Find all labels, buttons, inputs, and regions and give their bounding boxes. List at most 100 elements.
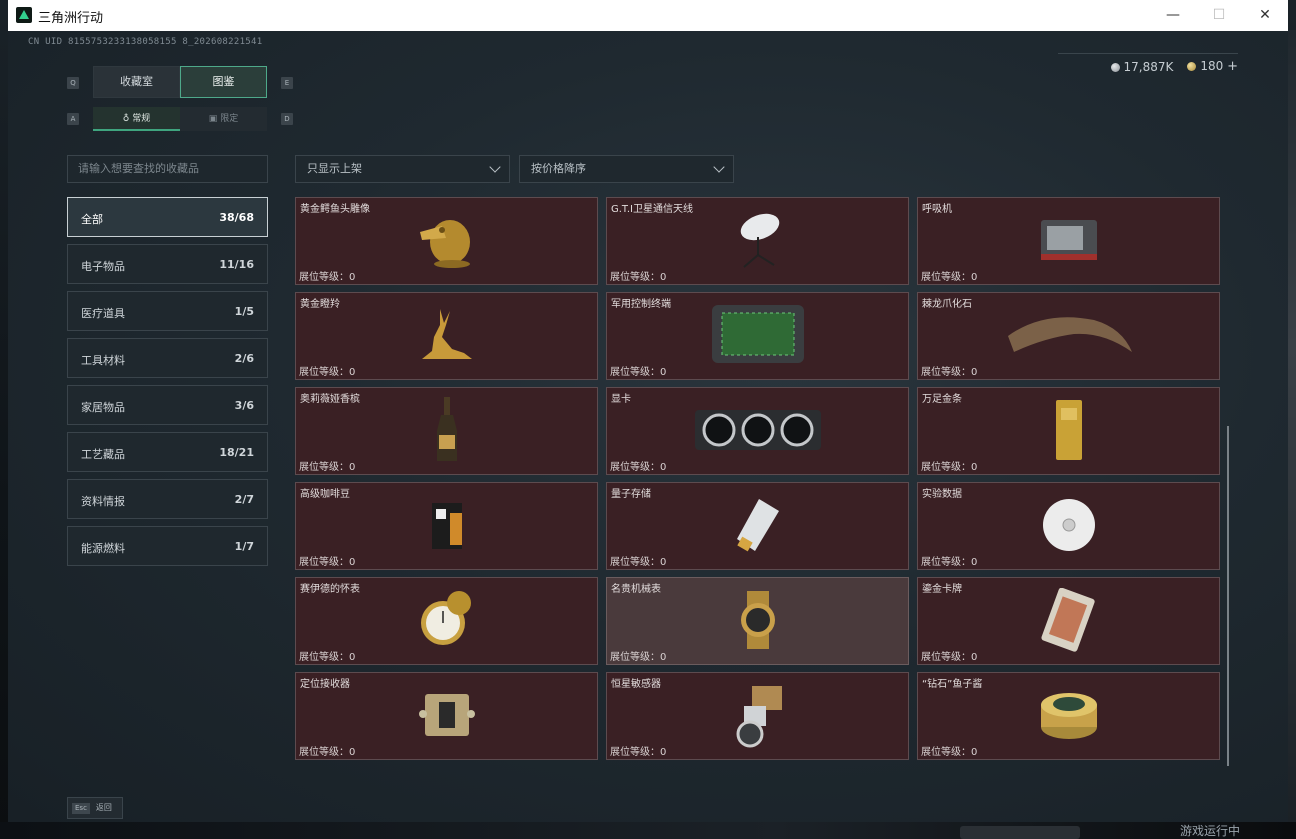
wristwatch-icon (607, 590, 908, 650)
satellite-dish-icon (607, 210, 908, 270)
grid-scrollbar[interactable] (1227, 426, 1229, 766)
sub-tabs: ♁ 常规 ▣ 限定 (93, 107, 267, 131)
key-hint-a: A (67, 113, 79, 125)
tab-codex[interactable]: 图鉴 (180, 66, 267, 98)
availability-filter-select[interactable]: 只显示上架 (295, 155, 510, 183)
collectible-card[interactable]: 显卡 展位等级：0 (606, 387, 909, 475)
category-item[interactable]: 工艺藏品 18/21 (67, 432, 268, 472)
collectible-card[interactable]: 赛伊德的怀表 展位等级：0 (295, 577, 598, 665)
category-item[interactable]: 医疗道具 1/5 (67, 291, 268, 331)
collectible-card[interactable]: “钻石”鱼子酱 展位等级：0 (917, 672, 1220, 760)
sort-order-value: 按价格降序 (531, 162, 586, 175)
subtab-regular[interactable]: ♁ 常规 (93, 107, 180, 131)
category-name: 家居物品 (81, 401, 125, 414)
main-tabs: 收藏室 图鉴 (93, 66, 267, 98)
window-title: 三角洲行动 (38, 11, 104, 26)
collectible-card[interactable]: 黄金瞪羚 展位等级：0 (295, 292, 598, 380)
booth-level: 展位等级：0 (299, 367, 356, 378)
esc-key-icon: Esc (72, 803, 90, 814)
category-name: 工艺藏品 (81, 448, 125, 461)
booth-level: 展位等级：0 (610, 747, 667, 758)
gold-bar-icon (918, 400, 1219, 460)
locator-receiver-icon (296, 685, 597, 745)
category-item[interactable]: 全部 38/68 (67, 197, 268, 237)
key-hint-d: D (281, 113, 293, 125)
booth-level: 展位等级：0 (921, 652, 978, 663)
collectible-card[interactable]: 呼吸机 展位等级：0 (917, 197, 1220, 285)
maximize-button[interactable]: ☐ (1196, 0, 1242, 31)
player-uid: CN UID 8155753233138058155 8_20260822154… (28, 37, 263, 47)
claw-fossil-icon (918, 305, 1219, 365)
silver-amount: 17,887K (1123, 59, 1174, 74)
gold-croc-icon (296, 210, 597, 270)
category-count: 1/7 (234, 540, 254, 553)
booth-level: 展位等级：0 (299, 747, 356, 758)
collectible-card[interactable]: 军用控制终端 展位等级：0 (606, 292, 909, 380)
collectible-card[interactable]: 高级咖啡豆 展位等级：0 (295, 482, 598, 570)
collectible-card[interactable]: 奥莉薇娅香槟 展位等级：0 (295, 387, 598, 475)
chevron-down-icon (713, 161, 725, 173)
gold-amount: 180 (1200, 59, 1224, 73)
collectible-card[interactable]: 实验数据 展位等级：0 (917, 482, 1220, 570)
silver-coin-icon (1110, 62, 1120, 72)
booth-level: 展位等级：0 (299, 272, 356, 283)
game-view: CN UID 8155753233138058155 8_20260822154… (8, 31, 1288, 822)
footer-bar: Esc 返回 (8, 797, 1288, 822)
booth-level: 展位等级：0 (610, 652, 667, 663)
booth-level: 展位等级：0 (921, 367, 978, 378)
collectible-card[interactable]: 鎏金卡牌 展位等级：0 (917, 577, 1220, 665)
category-item[interactable]: 电子物品 11/16 (67, 244, 268, 284)
taskbar-item[interactable] (960, 826, 1080, 839)
category-count: 2/6 (234, 352, 254, 365)
collectible-card[interactable]: 棘龙爪化石 展位等级：0 (917, 292, 1220, 380)
gold-currency[interactable]: 180 + (1187, 59, 1238, 74)
star-sensor-icon (607, 685, 908, 748)
category-name: 资料情报 (81, 495, 125, 508)
availability-filter-value: 只显示上架 (307, 162, 362, 175)
category-count: 38/68 (219, 211, 254, 224)
collectible-card[interactable]: 万足金条 展位等级：0 (917, 387, 1220, 475)
booth-level: 展位等级：0 (610, 462, 667, 473)
category-name: 电子物品 (81, 260, 125, 273)
item-grid-container: 黄金鳄鱼头雕像 展位等级：0 G.T.I卫星通信天线 展位等级：0 呼吸机 展位等级：0 黄… (295, 197, 1231, 767)
taskbar-text: 游戏运行中 (1180, 824, 1241, 838)
category-count: 3/6 (234, 399, 254, 412)
pocket-watch-icon (296, 590, 597, 650)
collectible-card[interactable]: 定位接收器 展位等级：0 (295, 672, 598, 760)
booth-level: 展位等级：0 (299, 652, 356, 663)
booth-level: 展位等级：0 (921, 557, 978, 568)
category-name: 工具材料 (81, 354, 125, 367)
booth-level: 展位等级：0 (921, 462, 978, 473)
subtab-limited[interactable]: ▣ 限定 (180, 107, 267, 131)
category-name: 医疗道具 (81, 307, 125, 320)
tab-collection-room[interactable]: 收藏室 (93, 66, 180, 98)
silver-currency: 17,887K (1110, 59, 1174, 74)
category-item[interactable]: 能源燃料 1/7 (67, 526, 268, 566)
collectible-card[interactable]: 量子存储 展位等级：0 (606, 482, 909, 570)
taskbar: 游戏运行中 (0, 822, 1296, 839)
category-count: 11/16 (219, 258, 254, 271)
category-item[interactable]: 家居物品 3/6 (67, 385, 268, 425)
close-button[interactable]: ✕ (1242, 0, 1288, 31)
collectible-card[interactable]: G.T.I卫星通信天线 展位等级：0 (606, 197, 909, 285)
subtab-regular-label: 常规 (132, 114, 151, 124)
collectible-card[interactable]: 名贵机械表 展位等级：0 (606, 577, 909, 665)
minimize-button[interactable]: — (1150, 0, 1196, 31)
collectible-card[interactable]: 恒星敏感器 展位等级：0 (606, 672, 909, 760)
add-currency-button[interactable]: + (1227, 59, 1238, 74)
sort-order-select[interactable]: 按价格降序 (519, 155, 734, 183)
category-item[interactable]: 工具材料 2/6 (67, 338, 268, 378)
category-count: 18/21 (219, 446, 254, 459)
champagne-icon (296, 397, 597, 461)
app-logo-icon (16, 7, 32, 23)
regular-icon: ♁ (122, 114, 130, 124)
limited-icon: ▣ (208, 114, 218, 124)
caviar-tin-icon (918, 685, 1219, 745)
back-button[interactable]: Esc 返回 (67, 797, 123, 819)
collectible-search-input[interactable]: 请输入想要查找的收藏品 (67, 155, 268, 183)
collectible-card[interactable]: 黄金鳄鱼头雕像 展位等级：0 (295, 197, 598, 285)
category-item[interactable]: 资料情报 2/7 (67, 479, 268, 519)
booth-level: 展位等级：0 (610, 272, 667, 283)
gold-coin-icon (1187, 62, 1197, 71)
control-terminal-icon (607, 305, 908, 365)
